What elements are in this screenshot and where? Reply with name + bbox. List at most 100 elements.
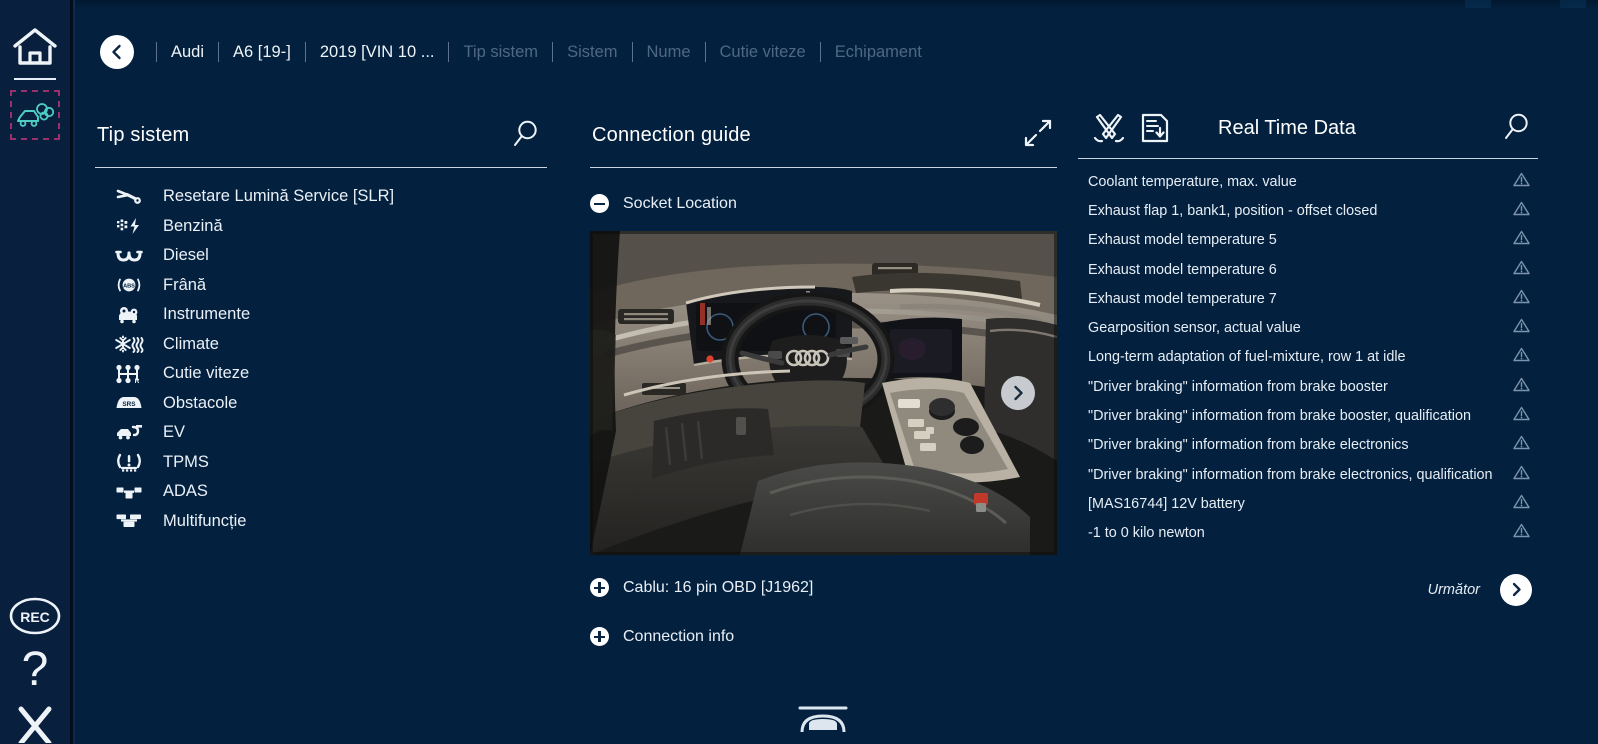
sidebar-item-ev[interactable]: EV <box>95 418 547 448</box>
svg-text:R: R <box>135 378 140 384</box>
list-item-label: "Driver braking" information from brake … <box>1088 378 1388 395</box>
sidebar-item-climate[interactable]: Climate <box>95 330 547 360</box>
sidebar-item-label: EV <box>163 423 186 442</box>
breadcrumb-list: Audi A6 [19-] 2019 [VIN 10 ... Tip siste… <box>156 42 936 62</box>
breadcrumb-item-0[interactable]: Audi <box>156 42 218 62</box>
system-type-rule <box>95 167 547 168</box>
ev-charge-icon <box>107 424 151 442</box>
connection-guide-header: Connection guide <box>590 118 1057 167</box>
abs-brake-icon: ABS <box>107 275 151 295</box>
sidebar-item-multifunctie[interactable]: Multifuncție <box>95 507 547 537</box>
list-item[interactable]: "Driver braking" information from brake … <box>1078 431 1538 460</box>
page-title: Tip sistem <box>97 124 190 146</box>
warning-icon <box>1513 435 1530 455</box>
wrench-icon <box>107 188 151 206</box>
emissions-icon[interactable] <box>10 90 60 140</box>
back-button[interactable] <box>100 35 134 69</box>
list-item[interactable]: Coolant temperature, max. value <box>1078 167 1538 196</box>
plus-circle-icon <box>590 627 609 646</box>
connection-guide-rule <box>590 167 1057 168</box>
sidebar-item-benzina[interactable]: Benzină <box>95 212 547 242</box>
sidebar-item-label: Climate <box>163 334 219 353</box>
list-item[interactable]: "Driver braking" information from brake … <box>1078 401 1538 430</box>
warning-icon <box>1513 260 1530 280</box>
system-type-panel: Tip sistem Resetare Lumină Service [SLR]… <box>95 118 547 536</box>
sidebar-item-label: ADAS <box>163 482 208 501</box>
breadcrumb: Audi A6 [19-] 2019 [VIN 10 ... Tip siste… <box>100 32 936 72</box>
accordion-socket-location[interactable]: Socket Location <box>590 194 1057 213</box>
home-underline <box>14 78 56 80</box>
pagination-next: Următor <box>1078 573 1538 606</box>
breadcrumb-item-6[interactable]: Cutie viteze <box>704 42 820 62</box>
list-item-label: "Driver braking" information from brake … <box>1088 408 1471 425</box>
next-button[interactable] <box>1500 573 1532 606</box>
warning-icon <box>1513 406 1530 426</box>
list-item[interactable]: Exhaust model temperature 5 <box>1078 226 1538 255</box>
list-item-label: Long-term adaptation of fuel-mixture, ro… <box>1088 349 1406 366</box>
accordion-cable[interactable]: Cablu: 16 pin OBD [J1962] <box>590 578 1057 597</box>
sidebar-item-cutie-viteze[interactable]: R Cutie viteze <box>95 359 547 389</box>
accordion-connection-info[interactable]: Connection info <box>590 627 1057 646</box>
instrument-cluster-icon <box>107 305 151 325</box>
tools-icon[interactable] <box>1086 110 1132 146</box>
search-icon[interactable] <box>511 118 541 153</box>
warning-icon <box>1513 289 1530 309</box>
list-item-label: Exhaust flap 1, bank1, position - offset… <box>1088 202 1378 219</box>
list-item[interactable]: "Driver braking" information from brake … <box>1078 372 1538 401</box>
list-item-label: -1 to 0 kilo newton <box>1088 525 1205 542</box>
sidebar-item-label: Cutie viteze <box>163 364 250 383</box>
list-item[interactable]: Exhaust model temperature 7 <box>1078 284 1538 313</box>
list-item[interactable]: "Driver braking" information from brake … <box>1078 460 1538 489</box>
breadcrumb-item-3[interactable]: Tip sistem <box>448 42 552 62</box>
breadcrumb-item-7[interactable]: Echipament <box>819 42 936 62</box>
plus-circle-icon <box>590 578 609 597</box>
sidebar-item-tpms[interactable]: TPMS <box>95 448 547 478</box>
accordion-label: Socket Location <box>623 194 737 212</box>
sidebar-item-label: Obstacole <box>163 393 238 412</box>
top-cutoff-strip <box>0 0 1598 10</box>
sidebar-item-instrumente[interactable]: Instrumente <box>95 300 547 330</box>
list-item[interactable]: [MAS16744] 12V battery <box>1078 489 1538 518</box>
connection-guide-title: Connection guide <box>592 124 751 146</box>
next-image-button[interactable] <box>1001 376 1035 410</box>
list-item[interactable]: Gearposition sensor, actual value <box>1078 313 1538 342</box>
home-icon[interactable] <box>0 16 70 76</box>
list-item[interactable]: Exhaust flap 1, bank1, position - offset… <box>1078 196 1538 225</box>
connection-guide-panel: Connection guide Socket Location Cablu: … <box>590 118 1057 646</box>
expand-icon[interactable] <box>1023 118 1053 153</box>
search-icon[interactable] <box>1502 111 1532 146</box>
sidebar-item-obstacole[interactable]: SRS Obstacole <box>95 389 547 419</box>
list-item-label: Exhaust model temperature 5 <box>1088 232 1277 249</box>
top-ghost-item-1 <box>1465 0 1491 8</box>
vehicle-icon[interactable] <box>793 700 853 744</box>
breadcrumb-item-4[interactable]: Sistem <box>552 42 631 62</box>
help-icon[interactable]: ? <box>0 644 70 698</box>
adas-icon <box>107 483 151 501</box>
sidebar-item-adas[interactable]: ADAS <box>95 477 547 507</box>
list-item-label: Exhaust model temperature 6 <box>1088 261 1277 278</box>
warning-icon <box>1513 201 1530 221</box>
real-time-data-title: Real Time Data <box>1218 116 1356 139</box>
sidebar-item-diesel[interactable]: Diesel <box>95 241 547 271</box>
accordion-label: Cablu: 16 pin OBD [J1962] <box>623 578 814 596</box>
breadcrumb-item-2[interactable]: 2019 [VIN 10 ... <box>304 42 449 62</box>
warning-icon <box>1513 377 1530 397</box>
close-icon[interactable] <box>0 702 70 744</box>
sidebar-item-slr[interactable]: Resetare Lumină Service [SLR] <box>95 182 547 212</box>
breadcrumb-item-5[interactable]: Nume <box>631 42 705 62</box>
rec-icon[interactable]: REC <box>0 590 70 642</box>
breadcrumb-item-1[interactable]: A6 [19-] <box>218 42 305 62</box>
sidebar-item-label: TPMS <box>163 452 209 471</box>
sidebar-item-label: Instrumente <box>163 305 251 324</box>
list-item-label: [MAS16744] 12V battery <box>1088 495 1245 512</box>
report-save-icon[interactable] <box>1132 111 1178 145</box>
minus-circle-icon <box>590 194 609 213</box>
real-time-data-rule <box>1078 158 1538 159</box>
real-time-data-list: Coolant temperature, max. value Exhaust … <box>1078 167 1538 548</box>
list-item[interactable]: Exhaust model temperature 6 <box>1078 255 1538 284</box>
list-item[interactable]: -1 to 0 kilo newton <box>1078 519 1538 548</box>
list-item[interactable]: Long-term adaptation of fuel-mixture, ro… <box>1078 343 1538 372</box>
sidebar-item-frana[interactable]: ABS Frână <box>95 271 547 301</box>
warning-icon <box>1513 230 1530 250</box>
sidebar-item-label: Resetare Lumină Service [SLR] <box>163 187 395 206</box>
